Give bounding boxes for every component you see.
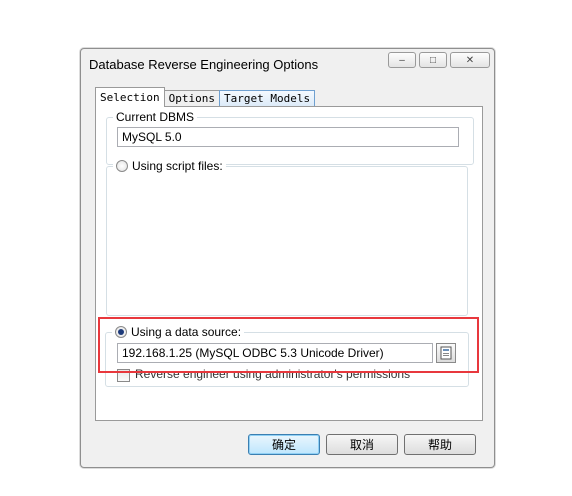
title-bar[interactable]: Database Reverse Engineering Options – □…: [81, 49, 494, 79]
script-files-group: Using script files:: [106, 159, 468, 316]
dialog-title: Database Reverse Engineering Options: [89, 57, 319, 72]
cancel-button[interactable]: 取消: [326, 434, 398, 455]
script-files-label: Using script files:: [132, 159, 223, 173]
current-dbms-label: Current DBMS: [116, 110, 195, 124]
current-dbms-field[interactable]: MySQL 5.0: [117, 127, 459, 147]
annotation-highlight-box: [98, 317, 479, 373]
tab-selection[interactable]: Selection: [95, 87, 165, 107]
minimize-button[interactable]: –: [388, 52, 416, 68]
window-controls: – □ ✕: [388, 52, 490, 68]
close-button[interactable]: ✕: [450, 52, 490, 68]
tab-options[interactable]: Options: [163, 90, 220, 107]
tab-strip: Selection Options Target Models: [95, 87, 316, 107]
reverse-engineering-dialog: Database Reverse Engineering Options – □…: [80, 48, 495, 468]
help-button[interactable]: 帮助: [404, 434, 476, 455]
maximize-button[interactable]: □: [419, 52, 447, 68]
ok-button[interactable]: 确定: [248, 434, 320, 455]
script-files-radio[interactable]: [116, 160, 128, 172]
tab-target-models[interactable]: Target Models: [218, 90, 316, 107]
